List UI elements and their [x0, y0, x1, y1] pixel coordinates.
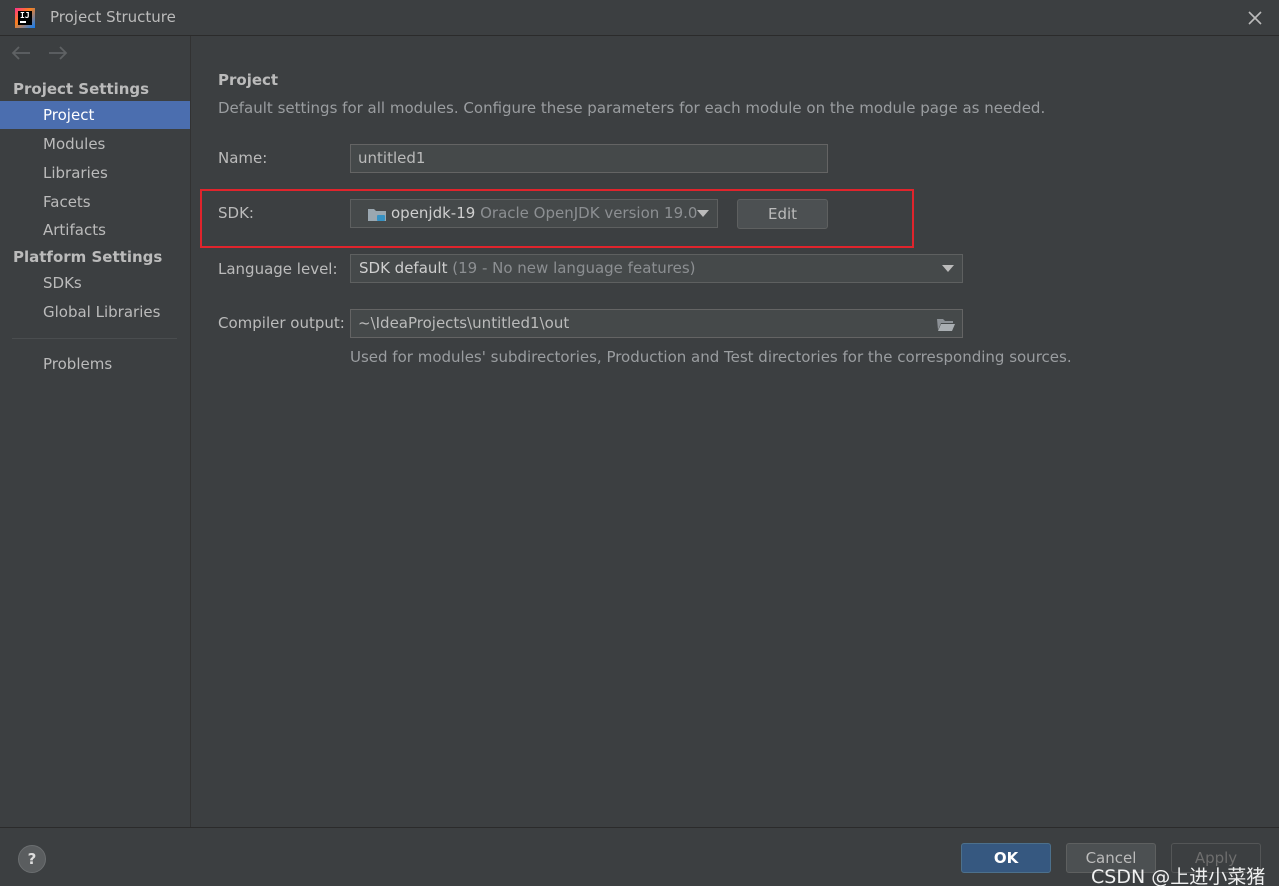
cancel-button[interactable]: Cancel	[1066, 843, 1156, 873]
window-title: Project Structure	[50, 8, 176, 26]
apply-button[interactable]: Apply	[1171, 843, 1261, 873]
intellij-logo-icon: IJ	[15, 8, 35, 28]
language-level-dropdown[interactable]: SDK default (19 - No new language featur…	[350, 254, 963, 283]
sidebar-item-libraries[interactable]: Libraries	[0, 159, 190, 187]
sidebar-item-global-libraries[interactable]: Global Libraries	[0, 298, 190, 326]
chevron-down-icon	[697, 210, 709, 217]
name-label: Name:	[218, 149, 268, 167]
compiler-output-label: Compiler output:	[218, 314, 345, 332]
name-input[interactable]: untitled1	[350, 144, 828, 173]
main-panel: Project Default settings for all modules…	[192, 36, 1279, 827]
forward-arrow-icon[interactable]	[47, 44, 69, 62]
sidebar-divider	[12, 338, 177, 339]
back-arrow-icon[interactable]	[10, 44, 32, 62]
sdk-dropdown[interactable]: openjdk-19 Oracle OpenJDK version 19.0	[350, 199, 718, 228]
language-level-name: SDK default	[359, 259, 448, 277]
help-button[interactable]: ?	[18, 845, 46, 873]
page-title: Project	[218, 71, 279, 89]
sidebar-item-artifacts[interactable]: Artifacts	[0, 216, 190, 244]
sdk-folder-icon	[368, 209, 386, 221]
sidebar-item-sdks[interactable]: SDKs	[0, 269, 190, 297]
sdk-selected-value: openjdk-19 Oracle OpenJDK version 19.0	[391, 200, 697, 227]
chevron-down-icon	[942, 265, 954, 272]
language-level-selected-value: SDK default (19 - No new language featur…	[359, 255, 696, 282]
language-level-detail: (19 - No new language features)	[452, 259, 696, 277]
ok-button[interactable]: OK	[961, 843, 1051, 873]
sidebar-item-project[interactable]: Project	[0, 101, 190, 129]
sdk-label: SDK:	[218, 204, 254, 222]
dialog-footer: ? OK Cancel Apply CSDN @上进小菜猪	[0, 827, 1279, 886]
folder-open-icon[interactable]	[936, 316, 956, 332]
sidebar-item-modules[interactable]: Modules	[0, 130, 190, 158]
page-description: Default settings for all modules. Config…	[218, 99, 1046, 117]
language-level-label: Language level:	[218, 260, 338, 278]
close-icon[interactable]	[1245, 8, 1265, 28]
platform-settings-header: Platform Settings	[13, 248, 163, 266]
sidebar-item-facets[interactable]: Facets	[0, 188, 190, 216]
compiler-output-input[interactable]: ~\IdeaProjects\untitled1\out	[350, 309, 963, 338]
project-settings-header: Project Settings	[13, 80, 150, 98]
compiler-output-hint: Used for modules' subdirectories, Produc…	[350, 348, 1072, 366]
title-bar: IJ Project Structure	[0, 0, 1279, 36]
sidebar-item-problems[interactable]: Problems	[0, 350, 190, 378]
sdk-name: openjdk-19	[391, 204, 476, 222]
sidebar: Project Settings Project Modules Librari…	[0, 36, 191, 827]
compiler-output-value: ~\IdeaProjects\untitled1\out	[358, 314, 570, 332]
sdk-edit-button[interactable]: Edit	[737, 199, 828, 229]
history-nav	[10, 44, 79, 64]
sdk-version-detail: Oracle OpenJDK version 19.0	[480, 204, 698, 222]
